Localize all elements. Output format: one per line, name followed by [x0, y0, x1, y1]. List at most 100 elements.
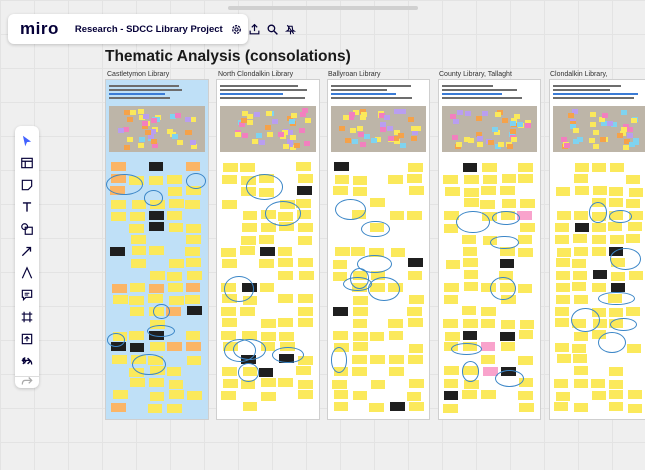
miro-logo[interactable]: miro [20, 19, 59, 39]
sticky-note[interactable] [221, 367, 237, 377]
sticky-note[interactable] [278, 258, 293, 268]
sticky-note[interactable] [574, 186, 589, 196]
sticky-note[interactable] [461, 306, 477, 316]
library-board-ballyroan[interactable] [327, 79, 430, 420]
sticky-note[interactable] [169, 199, 185, 209]
sticky-note[interactable] [333, 390, 349, 400]
templates-icon[interactable] [15, 152, 39, 174]
sticky-note[interactable] [626, 307, 641, 317]
sticky-note[interactable] [350, 246, 366, 256]
sticky-note[interactable] [277, 246, 293, 256]
sticky-note[interactable] [258, 367, 274, 377]
sticky-note[interactable] [297, 186, 313, 196]
connector-icon[interactable] [15, 240, 39, 262]
sticky-note[interactable] [572, 270, 587, 280]
sticky-note[interactable] [388, 367, 404, 377]
sticky-note[interactable] [259, 234, 275, 244]
sticky-note[interactable] [187, 270, 203, 280]
sticky-note[interactable] [185, 294, 201, 304]
sticky-note[interactable] [128, 330, 144, 340]
sticky-note[interactable] [555, 187, 570, 196]
sticky-note[interactable] [444, 366, 459, 375]
sticky-note[interactable] [130, 211, 145, 221]
highlight-circle[interactable] [330, 347, 347, 374]
sticky-note[interactable] [574, 162, 589, 172]
search-icon[interactable] [265, 21, 281, 37]
sticky-note[interactable] [168, 222, 184, 232]
sticky-note[interactable] [167, 187, 183, 197]
sticky-note[interactable] [221, 307, 237, 317]
sticky-note[interactable] [242, 402, 258, 412]
sticky-note[interactable] [554, 306, 569, 316]
sticky-note[interactable] [167, 283, 183, 293]
workshop-photo[interactable] [331, 106, 426, 152]
sticky-note[interactable] [186, 390, 202, 400]
sticky-note[interactable] [221, 174, 237, 184]
sticky-note[interactable] [628, 270, 643, 280]
sticky-note[interactable] [556, 210, 571, 220]
sticky-note[interactable] [333, 402, 349, 412]
sticky-note[interactable] [261, 391, 277, 401]
sticky-note[interactable] [222, 258, 238, 268]
sticky-note[interactable] [444, 282, 459, 292]
sticky-note[interactable] [554, 235, 569, 245]
sticky-note[interactable] [148, 210, 164, 220]
sticky-note[interactable] [185, 282, 201, 292]
sticky-note[interactable] [112, 390, 128, 400]
sticky-note[interactable] [574, 378, 589, 388]
sticky-note[interactable] [185, 162, 201, 171]
sticky-note[interactable] [278, 318, 293, 328]
sticky-note[interactable] [628, 222, 643, 232]
sticky-note[interactable] [168, 379, 184, 389]
sticky-note[interactable] [240, 163, 255, 173]
sticky-note[interactable] [222, 199, 238, 209]
library-board-tallaght[interactable] [438, 79, 541, 420]
sticky-note[interactable] [278, 294, 293, 304]
library-board-castletymon[interactable] [105, 79, 209, 420]
sticky-note[interactable] [608, 402, 623, 412]
sticky-note[interactable] [370, 379, 386, 389]
sticky-note[interactable] [221, 390, 237, 400]
sticky-note[interactable] [574, 223, 589, 233]
sticky-note[interactable] [480, 355, 496, 365]
sticky-note[interactable] [626, 198, 641, 208]
sticky-note[interactable] [608, 222, 623, 232]
sticky-note[interactable] [353, 331, 368, 341]
sticky-note[interactable] [166, 342, 182, 352]
sticky-note[interactable] [277, 270, 293, 280]
sticky-note[interactable] [352, 175, 368, 185]
sticky-note[interactable] [185, 247, 201, 257]
sticky-note[interactable] [260, 246, 275, 256]
highlight-circle[interactable] [185, 173, 206, 190]
sticky-note[interactable] [591, 391, 606, 401]
sticky-note[interactable] [389, 211, 405, 221]
sticky-note[interactable] [591, 163, 606, 173]
highlight-circle[interactable] [361, 220, 390, 237]
sticky-note[interactable] [352, 390, 368, 400]
sticky-note[interactable] [298, 306, 314, 316]
horizontal-scrollbar[interactable] [228, 6, 418, 10]
sticky-note[interactable] [169, 295, 185, 305]
sticky-note[interactable] [388, 318, 403, 328]
sticky-note[interactable] [129, 295, 144, 305]
sticky-note[interactable] [370, 355, 385, 365]
sticky-note[interactable] [462, 390, 477, 400]
sticky-note[interactable] [500, 342, 516, 352]
sticky-note[interactable] [499, 258, 515, 268]
sticky-note[interactable] [187, 306, 202, 316]
sticky-note[interactable] [518, 174, 533, 184]
sticky-note[interactable] [626, 234, 641, 244]
sticky-note[interactable] [554, 379, 569, 389]
highlight-circle[interactable] [609, 209, 632, 223]
sticky-note[interactable] [148, 246, 164, 256]
sticky-note[interactable] [609, 307, 624, 317]
sticky-note[interactable] [148, 222, 164, 232]
sticky-note[interactable] [592, 247, 606, 257]
sticky-note[interactable] [111, 211, 126, 221]
sticky-note[interactable] [573, 247, 588, 257]
text-icon[interactable] [15, 196, 39, 218]
sticky-note[interactable] [296, 366, 312, 376]
sticky-note[interactable] [556, 354, 571, 364]
highlight-circle[interactable] [570, 307, 600, 333]
sticky-note[interactable] [480, 319, 496, 329]
